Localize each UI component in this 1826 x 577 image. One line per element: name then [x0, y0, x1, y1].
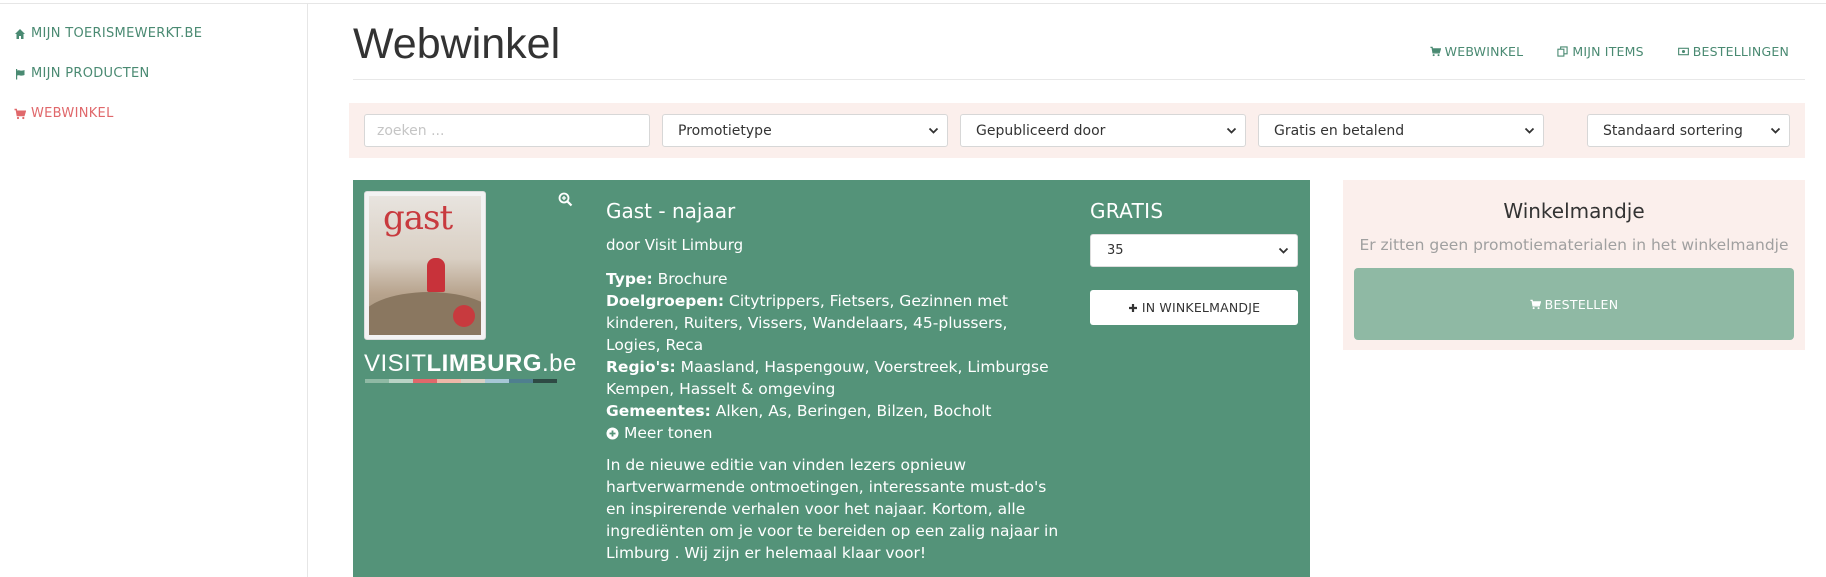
order-button-label: BESTELLEN: [1544, 296, 1619, 312]
cover-badge: [453, 305, 475, 327]
promotype-select-value: Promotietype: [678, 122, 772, 139]
basket-title: Winkelmandje: [1503, 199, 1645, 223]
logo-be: .be: [542, 350, 577, 377]
header-link-webwinkel[interactable]: WEBWINKEL: [1430, 44, 1524, 59]
product-card: gast VISITLIMBURG.be Gast - najaar door …: [353, 180, 1310, 577]
page-title: Webwinkel: [353, 20, 561, 68]
meta-municipalities-value: Alken, As, Beringen, Bilzen, Bocholt: [715, 402, 992, 420]
published-by-select-value: Gepubliceerd door: [976, 122, 1106, 139]
chevron-down-icon: [1226, 127, 1237, 134]
add-to-cart-label: IN WINKELMANDJE: [1141, 300, 1261, 315]
meta-regions-label: Regio's:: [606, 358, 676, 376]
sort-select[interactable]: Standaard sortering: [1587, 114, 1790, 147]
promotype-select[interactable]: Promotietype: [662, 114, 948, 147]
plus-circle-icon: [606, 427, 619, 439]
sidebar-item-mijn-toerismewerkt[interactable]: MIJN TOERISMEWERKT.BE: [14, 26, 202, 41]
logo-stripe: [365, 379, 557, 383]
header-link-mijn-items[interactable]: MIJN ITEMS: [1557, 44, 1644, 59]
header-link-label: WEBWINKEL: [1444, 44, 1524, 59]
cart-icon: [14, 108, 26, 119]
filter-bar: zoeken ... Promotietype Gepubliceerd doo…: [349, 103, 1805, 158]
logo-visit: VISIT: [364, 350, 427, 377]
meta-type-value: Brochure: [657, 270, 728, 288]
chevron-down-icon: [1770, 127, 1781, 134]
logo-limburg: LIMBURG: [426, 350, 542, 377]
title-divider: [353, 79, 1805, 80]
basket-empty-message: Er zitten geen promotiematerialen in het…: [1359, 236, 1789, 254]
home-icon: [15, 28, 25, 39]
sidebar: MIJN TOERISMEWERKT.BE MIJN PRODUCTEN WEB…: [0, 4, 308, 577]
product-description: In de nieuwe editie van vinden lezers op…: [606, 456, 1059, 562]
cover-cyclist: [427, 258, 445, 292]
quantity-select[interactable]: 35: [1090, 234, 1298, 267]
visit-limburg-logo: VISITLIMBURG.be: [364, 350, 577, 378]
show-more-label: Meer tonen: [624, 424, 713, 442]
product-title[interactable]: Gast - najaar: [606, 199, 735, 223]
sidebar-item-webwinkel[interactable]: WEBWINKEL: [14, 106, 114, 121]
header-link-bestellingen[interactable]: BESTELLINGEN: [1677, 44, 1789, 59]
product-author: door Visit Limburg: [606, 236, 744, 254]
price-select-value: Gratis en betalend: [1274, 122, 1405, 139]
show-more-link[interactable]: Meer tonen: [606, 422, 1056, 444]
cart-icon: [1530, 299, 1541, 309]
chevron-down-icon: [1524, 127, 1535, 134]
meta-municipalities-label: Gemeentes:: [606, 402, 711, 420]
zoom-icon[interactable]: [558, 192, 573, 207]
header-nav: WEBWINKEL MIJN ITEMS BESTELLINGEN: [1430, 44, 1789, 59]
header-link-label: BESTELLINGEN: [1692, 44, 1789, 59]
chevron-down-icon: [1278, 247, 1289, 254]
add-to-cart-button[interactable]: IN WINKELMANDJE: [1090, 290, 1298, 325]
product-thumbnail[interactable]: gast: [364, 191, 486, 340]
sidebar-item-mijn-producten[interactable]: MIJN PRODUCTEN: [14, 66, 150, 81]
meta-groups: Doelgroepen: Citytrippers, Fietsers, Gez…: [606, 290, 1056, 356]
sidebar-item-label: WEBWINKEL: [31, 106, 114, 121]
cart-icon: [1430, 46, 1441, 57]
sort-select-value: Standaard sortering: [1603, 122, 1743, 139]
meta-type: Type: Brochure: [606, 268, 1056, 290]
sidebar-item-label: MIJN TOERISMEWERKT.BE: [31, 26, 203, 41]
meta-type-label: Type:: [606, 270, 653, 288]
header-link-label: MIJN ITEMS: [1572, 44, 1644, 59]
shopping-basket: Winkelmandje Er zitten geen promotiemate…: [1343, 180, 1805, 350]
order-button[interactable]: BESTELLEN: [1354, 268, 1794, 340]
sidebar-item-label: MIJN PRODUCTEN: [31, 66, 150, 81]
published-by-select[interactable]: Gepubliceerd door: [960, 114, 1246, 147]
product-meta: Type: Brochure Doelgroepen: Citytrippers…: [606, 268, 1056, 444]
meta-municipalities: Gemeentes: Alken, As, Beringen, Bilzen, …: [606, 400, 1056, 422]
flag-icon: [16, 68, 25, 79]
copy-icon: [1557, 46, 1568, 57]
brochure-cover-image: gast: [369, 196, 481, 335]
meta-regions: Regio's: Maasland, Haspengouw, Voerstree…: [606, 356, 1056, 400]
money-icon: [1677, 47, 1689, 56]
plus-icon: [1128, 303, 1137, 312]
price-select[interactable]: Gratis en betalend: [1258, 114, 1544, 147]
search-input[interactable]: zoeken ...: [364, 114, 650, 147]
quantity-value: 35: [1107, 243, 1124, 258]
cover-title: gast: [383, 198, 453, 238]
meta-groups-label: Doelgroepen:: [606, 292, 725, 310]
chevron-down-icon: [928, 127, 939, 134]
product-price: GRATIS: [1090, 199, 1164, 223]
